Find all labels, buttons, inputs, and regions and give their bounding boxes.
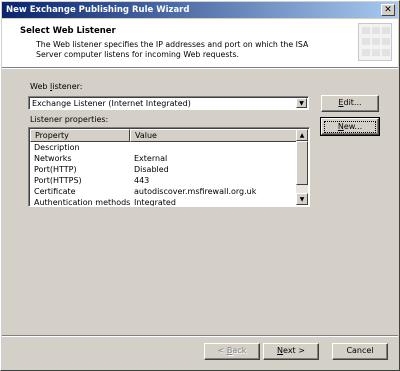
listener-properties-label: Listener properties: (30, 115, 109, 124)
title-bar[interactable]: New Exchange Publishing Rule Wizard ✕ (2, 2, 398, 18)
header-divider (2, 67, 398, 69)
list-row[interactable]: Authentication methods Integrated (30, 198, 298, 206)
scroll-thumb[interactable] (296, 141, 308, 185)
new-button[interactable]: New... (320, 117, 380, 136)
vertical-scrollbar[interactable]: ▲ ▼ (296, 129, 308, 205)
chevron-down-icon[interactable]: ▼ (296, 98, 307, 108)
wizard-window: New Exchange Publishing Rule Wizard ✕ Se… (0, 0, 400, 371)
list-row[interactable]: Networks External (30, 154, 298, 164)
page-title: Select Web Listener (20, 26, 116, 36)
edit-button[interactable]: Edit... (321, 95, 379, 112)
web-listener-selected: Exchange Listener (Internet Integrated) (32, 99, 191, 108)
web-listener-label: Web listener: (30, 82, 83, 91)
list-header: Property Value (30, 129, 298, 142)
back-button[interactable]: < Back (204, 343, 260, 360)
next-button[interactable]: Next > (263, 343, 319, 360)
web-listener-dropdown[interactable]: Exchange Listener (Internet Integrated) … (28, 96, 309, 110)
scroll-up-icon[interactable]: ▲ (296, 129, 308, 141)
column-header-property[interactable]: Property (30, 129, 130, 142)
column-header-value[interactable]: Value (130, 129, 298, 142)
list-row[interactable]: Port(HTTP) Disabled (30, 165, 298, 175)
listener-properties-list[interactable]: Property Value Description Networks Exte… (28, 127, 310, 207)
list-row[interactable]: Certificate autodiscover.msfirewall.org.… (30, 187, 298, 197)
cancel-button[interactable]: Cancel (332, 343, 388, 360)
footer-divider (2, 335, 398, 337)
wizard-grid-icon (358, 23, 392, 61)
list-row[interactable]: Description (30, 143, 298, 153)
page-description: The Web listener specifies the IP addres… (36, 40, 309, 59)
window-title: New Exchange Publishing Rule Wizard (6, 5, 190, 15)
list-row[interactable]: Port(HTTPS) 443 (30, 176, 298, 186)
scroll-down-icon[interactable]: ▼ (296, 193, 308, 205)
close-icon[interactable]: ✕ (381, 4, 395, 16)
wizard-header: Select Web Listener The Web listener spe… (2, 19, 398, 67)
